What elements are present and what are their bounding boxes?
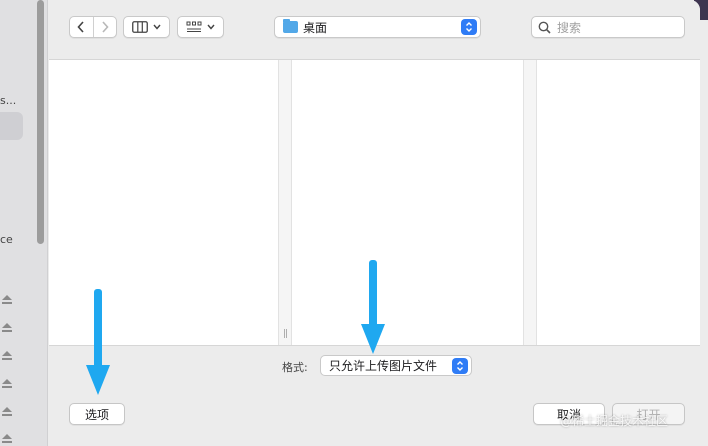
column-resize-handle[interactable]: || xyxy=(278,60,292,345)
eject-icon[interactable] xyxy=(2,323,12,333)
chevron-right-icon xyxy=(102,21,109,33)
format-value: 只允许上传图片文件 xyxy=(329,359,438,373)
sidebar-scrollbar[interactable] xyxy=(37,0,44,244)
sidebar: s... ce xyxy=(0,0,48,446)
search-field[interactable]: 搜索 xyxy=(531,16,685,38)
resize-grip-icon: || xyxy=(283,329,288,339)
forward-button[interactable] xyxy=(94,17,117,37)
group-by-button[interactable] xyxy=(177,16,224,38)
eject-icon[interactable] xyxy=(2,379,12,389)
columns-view-icon xyxy=(132,21,148,33)
sidebar-item-label[interactable]: s... xyxy=(0,94,16,107)
popup-arrows-icon xyxy=(452,357,468,374)
column-resize-handle[interactable] xyxy=(523,60,537,345)
grid-group-icon xyxy=(186,21,202,32)
eject-icon[interactable] xyxy=(2,295,12,305)
sidebar-item-label[interactable]: ce xyxy=(0,233,13,246)
format-popup[interactable]: 只允许上传图片文件 xyxy=(320,355,472,376)
popup-arrows-icon xyxy=(461,19,477,35)
back-button[interactable] xyxy=(70,17,93,37)
chevron-down-icon xyxy=(153,24,161,30)
eject-icon[interactable] xyxy=(2,407,12,417)
browser-column[interactable] xyxy=(537,60,700,345)
location-label: 桌面 xyxy=(303,20,328,35)
view-mode-button[interactable] xyxy=(123,16,170,38)
toolbar: 桌面 搜索 xyxy=(49,0,700,60)
format-label: 格式: xyxy=(282,361,308,374)
search-icon xyxy=(538,21,551,34)
folder-icon xyxy=(283,19,298,33)
annotation-arrow xyxy=(361,260,385,356)
browser-column[interactable] xyxy=(292,60,523,345)
eject-icon[interactable] xyxy=(2,434,12,444)
options-button[interactable]: 选项 xyxy=(69,403,125,425)
chevron-down-icon xyxy=(207,24,215,30)
chevron-left-icon xyxy=(77,21,84,33)
location-popup[interactable]: 桌面 xyxy=(274,16,481,38)
annotation-arrow xyxy=(86,289,110,397)
search-placeholder: 搜索 xyxy=(557,20,582,35)
browser-column[interactable] xyxy=(49,60,278,345)
navigation-control xyxy=(69,16,117,38)
sidebar-item-selected[interactable] xyxy=(0,112,23,140)
eject-icon[interactable] xyxy=(2,351,12,361)
watermark: @稀土掘金技术社区 xyxy=(560,414,669,428)
